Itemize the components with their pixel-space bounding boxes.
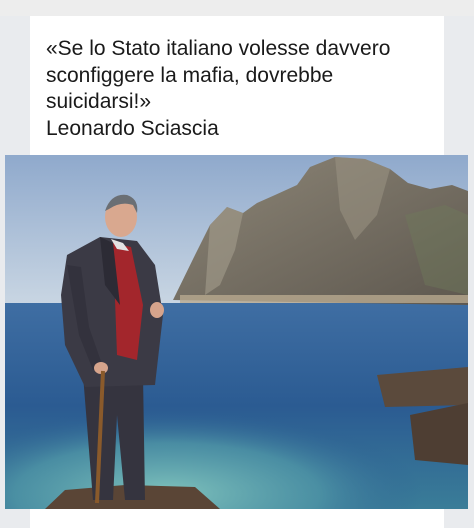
top-bar bbox=[0, 0, 474, 16]
coastline bbox=[180, 295, 468, 303]
post-photo[interactable] bbox=[5, 155, 468, 509]
post-quote-text: «Se lo Stato italiano volesse davvero sc… bbox=[46, 37, 391, 140]
photo-icon bbox=[5, 155, 468, 509]
screenshot: «Se lo Stato italiano volesse davvero sc… bbox=[0, 0, 474, 528]
